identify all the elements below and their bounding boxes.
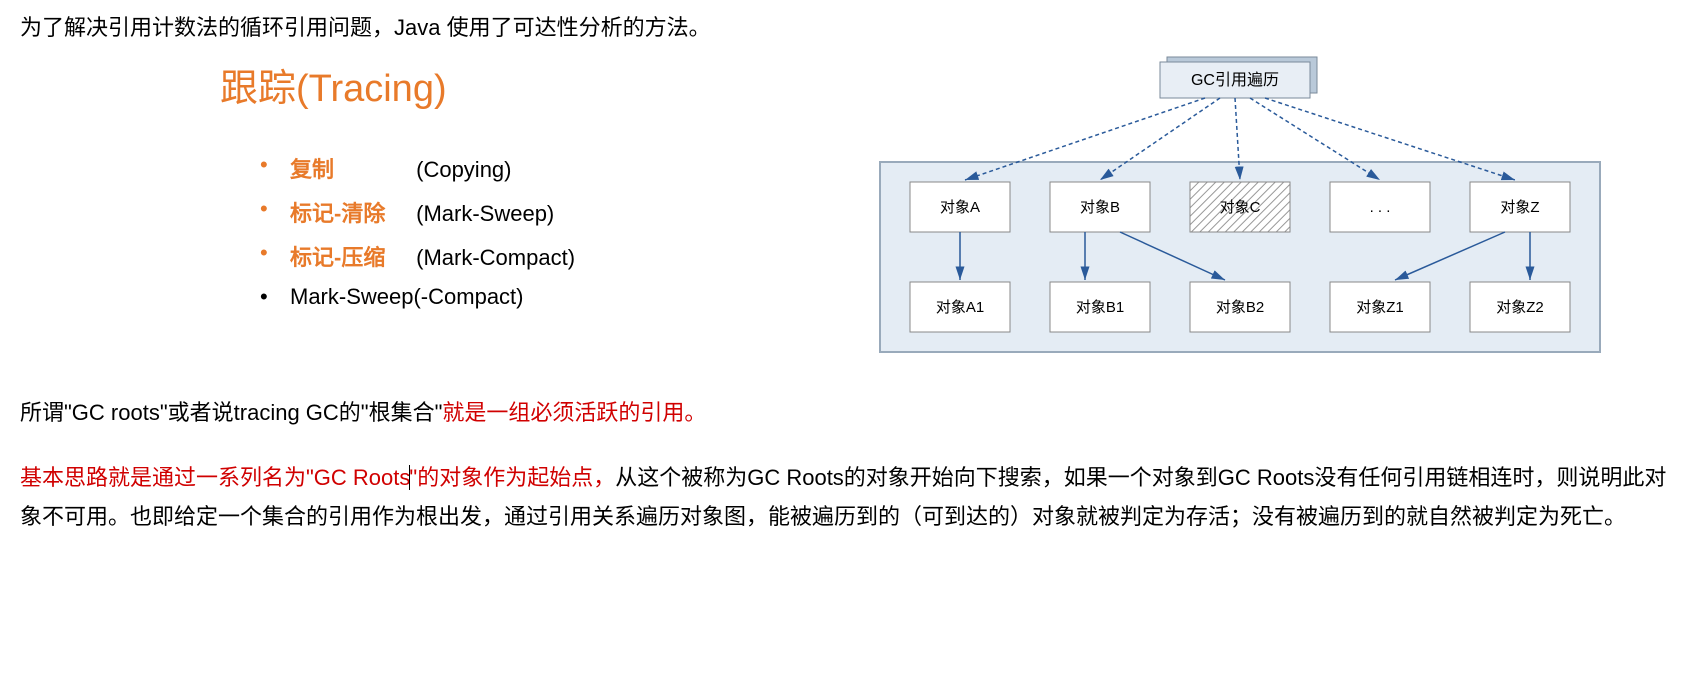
bullet-bold: 标记-压缩 — [290, 240, 410, 272]
bullet-list: 复制 (Copying) 标记-清除 (Mark-Sweep) 标记-压缩 (M… — [220, 152, 830, 310]
paragraph-basic-idea: 基本思路就是通过一系列名为"GC Roots"的对象作为起始点，从这个被称为GC… — [20, 458, 1681, 537]
gc-diagram: GC引用遍历 对象A 对象B 对象C . . . 对象Z 对象A1 对象B1 对… — [870, 52, 1610, 362]
bullet-paren: (Mark-Compact) — [416, 245, 575, 270]
diagram-root-label: GC引用遍历 — [1191, 71, 1279, 89]
para2-red1: 基本思路就是通过一系列名为"GC Roots — [20, 465, 410, 490]
main-row: 跟踪(Tracing) 复制 (Copying) 标记-清除 (Mark-Swe… — [20, 52, 1681, 368]
para1-red: 就是一组必须活跃的引用。 — [442, 400, 706, 425]
bullet-paren: Mark-Sweep(-Compact) — [290, 284, 524, 309]
bullet-bold: 复制 — [290, 152, 410, 184]
bullet-mark-sweep: 标记-清除 (Mark-Sweep) — [260, 196, 830, 228]
box-c: 对象C — [1220, 199, 1261, 216]
left-column: 跟踪(Tracing) 复制 (Copying) 标记-清除 (Mark-Swe… — [20, 52, 830, 322]
box-a: 对象A — [940, 199, 980, 216]
box-b2: 对象B2 — [1216, 299, 1264, 316]
bullet-copying: 复制 (Copying) — [260, 152, 830, 184]
box-b: 对象B — [1080, 199, 1120, 216]
para2-red2: "的对象作为起始点， — [409, 465, 615, 490]
box-a1: 对象A1 — [936, 299, 984, 316]
box-dots: . . . — [1370, 199, 1391, 216]
paragraph-gc-roots-def: 所谓"GC roots"或者说tracing GC的"根集合"就是一组必须活跃的… — [20, 393, 1681, 433]
para1-part1: 所谓"GC roots"或者说tracing GC的"根集合" — [20, 400, 442, 425]
bullet-mark-compact: 标记-压缩 (Mark-Compact) — [260, 240, 830, 272]
box-z: 对象Z — [1500, 199, 1539, 216]
intro-text: 为了解决引用计数法的循环引用问题，Java 使用了可达性分析的方法。 — [20, 10, 1681, 42]
box-z2: 对象Z2 — [1496, 299, 1544, 316]
bullet-paren: (Mark-Sweep) — [416, 201, 554, 226]
right-column: GC引用遍历 对象A 对象B 对象C . . . 对象Z 对象A1 对象B1 对… — [870, 52, 1610, 368]
bullet-mark-sweep-compact: Mark-Sweep(-Compact) — [260, 284, 830, 310]
bullet-bold: 标记-清除 — [290, 196, 410, 228]
box-b1: 对象B1 — [1076, 299, 1124, 316]
box-z1: 对象Z1 — [1356, 299, 1404, 316]
tracing-title: 跟踪(Tracing) — [220, 57, 830, 112]
bullet-paren: (Copying) — [416, 157, 511, 182]
